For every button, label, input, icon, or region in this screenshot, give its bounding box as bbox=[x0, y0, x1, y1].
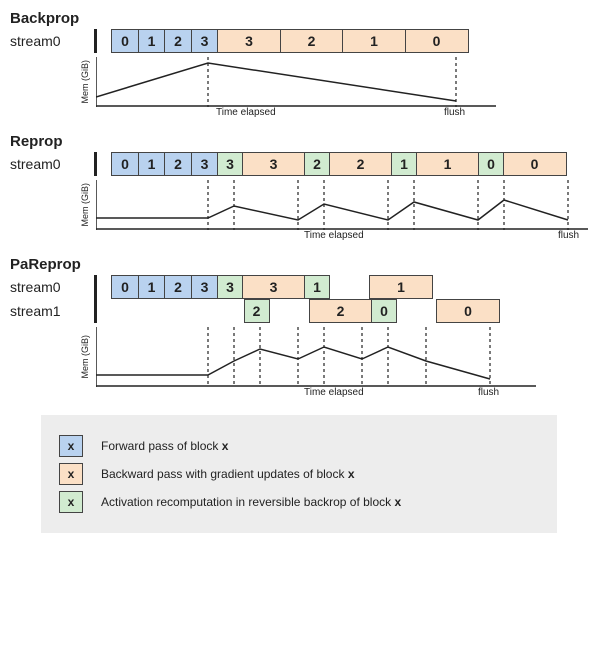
x-axis-labels: Time elapsed flush bbox=[104, 107, 588, 121]
recomp-cell: 1 bbox=[391, 152, 417, 176]
bwd-cell: 1 bbox=[369, 275, 433, 299]
gap-cell bbox=[329, 275, 371, 299]
bwd-cell: 0 bbox=[405, 29, 469, 53]
gap-cell bbox=[111, 299, 245, 323]
xlabel-flush: flush bbox=[558, 230, 579, 241]
fwd-cell: 2 bbox=[164, 275, 192, 299]
stream-label: stream0 bbox=[10, 152, 97, 176]
legend-row-fwd: x Forward pass of block x bbox=[59, 435, 539, 457]
reprop-stream0-cells: 012333221100 bbox=[111, 152, 567, 176]
stream-row: stream1 2200 bbox=[10, 299, 588, 323]
ylabel: Mem (GiB) bbox=[10, 180, 96, 230]
recomp-cell: 0 bbox=[478, 152, 504, 176]
legend-swatch-bwd: x bbox=[59, 463, 83, 485]
recomp-cell: 1 bbox=[304, 275, 330, 299]
fwd-cell: 3 bbox=[191, 275, 219, 299]
method-title: PaReprop bbox=[10, 256, 81, 273]
legend-swatch-fwd: x bbox=[59, 435, 83, 457]
fwd-cell: 1 bbox=[138, 152, 166, 176]
reprop-chart-svg bbox=[96, 180, 588, 230]
xlabel-flush: flush bbox=[444, 107, 465, 118]
fwd-cell: 2 bbox=[164, 152, 192, 176]
pareprop-chart-svg bbox=[96, 327, 536, 387]
recomp-cell: 0 bbox=[371, 299, 397, 323]
fwd-cell: 0 bbox=[111, 275, 139, 299]
legend-swatch-recomp: x bbox=[59, 491, 83, 513]
recomp-cell: 2 bbox=[244, 299, 270, 323]
stream-row: stream0 01233311 bbox=[10, 275, 588, 299]
legend: x Forward pass of block x x Backward pas… bbox=[41, 415, 557, 533]
recomp-cell: 3 bbox=[217, 275, 243, 299]
method-pareprop: PaReprop stream0 01233311 stream1 2200 M… bbox=[10, 256, 588, 401]
method-title: Backprop bbox=[10, 10, 79, 27]
xlabel-flush: flush bbox=[478, 387, 499, 398]
legend-text-recomp: Activation recomputation in reversible b… bbox=[101, 495, 401, 509]
bwd-cell: 3 bbox=[242, 275, 306, 299]
backprop-stream0-cells: 01233210 bbox=[111, 29, 469, 53]
mem-chart: Mem (GiB) bbox=[10, 57, 588, 107]
bwd-cell: 0 bbox=[436, 299, 500, 323]
xlabel-center: Time elapsed bbox=[304, 387, 364, 398]
legend-text-bwd: Backward pass with gradient updates of b… bbox=[101, 467, 355, 481]
bwd-cell: 3 bbox=[242, 152, 306, 176]
ylabel: Mem (GiB) bbox=[10, 327, 96, 387]
bwd-cell: 2 bbox=[280, 29, 344, 53]
fwd-cell: 1 bbox=[138, 29, 166, 53]
method-title: Reprop bbox=[10, 133, 63, 150]
xlabel-center: Time elapsed bbox=[216, 107, 276, 118]
mem-chart: Mem (GiB) bbox=[10, 180, 588, 230]
fwd-cell: 1 bbox=[138, 275, 166, 299]
stream-label: stream1 bbox=[10, 299, 97, 323]
recomp-cell: 2 bbox=[304, 152, 330, 176]
xlabel-center: Time elapsed bbox=[304, 230, 364, 241]
pareprop-stream0-cells: 01233311 bbox=[111, 275, 433, 299]
gap-cell bbox=[396, 299, 438, 323]
legend-text-fwd: Forward pass of block x bbox=[101, 439, 228, 453]
stream-label: stream0 bbox=[10, 275, 97, 299]
stream-label: stream0 bbox=[10, 29, 97, 53]
fwd-cell: 2 bbox=[164, 29, 192, 53]
fwd-cell: 0 bbox=[111, 29, 139, 53]
legend-row-recomp: x Activation recomputation in reversible… bbox=[59, 491, 539, 513]
gap-cell bbox=[268, 299, 310, 323]
mem-chart: Mem (GiB) bbox=[10, 327, 588, 387]
bwd-cell: 1 bbox=[342, 29, 406, 53]
fwd-cell: 3 bbox=[191, 29, 219, 53]
legend-row-bwd: x Backward pass with gradient updates of… bbox=[59, 463, 539, 485]
method-backprop: Backprop stream0 01233210 Mem (GiB) Time… bbox=[10, 10, 588, 121]
x-axis-labels: Time elapsed flush bbox=[104, 230, 588, 244]
ylabel: Mem (GiB) bbox=[10, 57, 96, 107]
backprop-chart-svg bbox=[96, 57, 496, 107]
bwd-cell: 3 bbox=[217, 29, 281, 53]
pareprop-stream1-cells: 2200 bbox=[111, 299, 500, 323]
x-axis-labels: Time elapsed flush bbox=[104, 387, 588, 401]
fwd-cell: 0 bbox=[111, 152, 139, 176]
stream-row: stream0 012333221100 bbox=[10, 152, 588, 176]
stream-row: stream0 01233210 bbox=[10, 29, 588, 53]
bwd-cell: 1 bbox=[416, 152, 480, 176]
recomp-cell: 3 bbox=[217, 152, 243, 176]
fwd-cell: 3 bbox=[191, 152, 219, 176]
bwd-cell: 0 bbox=[503, 152, 567, 176]
method-reprop: Reprop stream0 012333221100 Mem (GiB) Ti… bbox=[10, 133, 588, 244]
bwd-cell: 2 bbox=[309, 299, 373, 323]
bwd-cell: 2 bbox=[329, 152, 393, 176]
